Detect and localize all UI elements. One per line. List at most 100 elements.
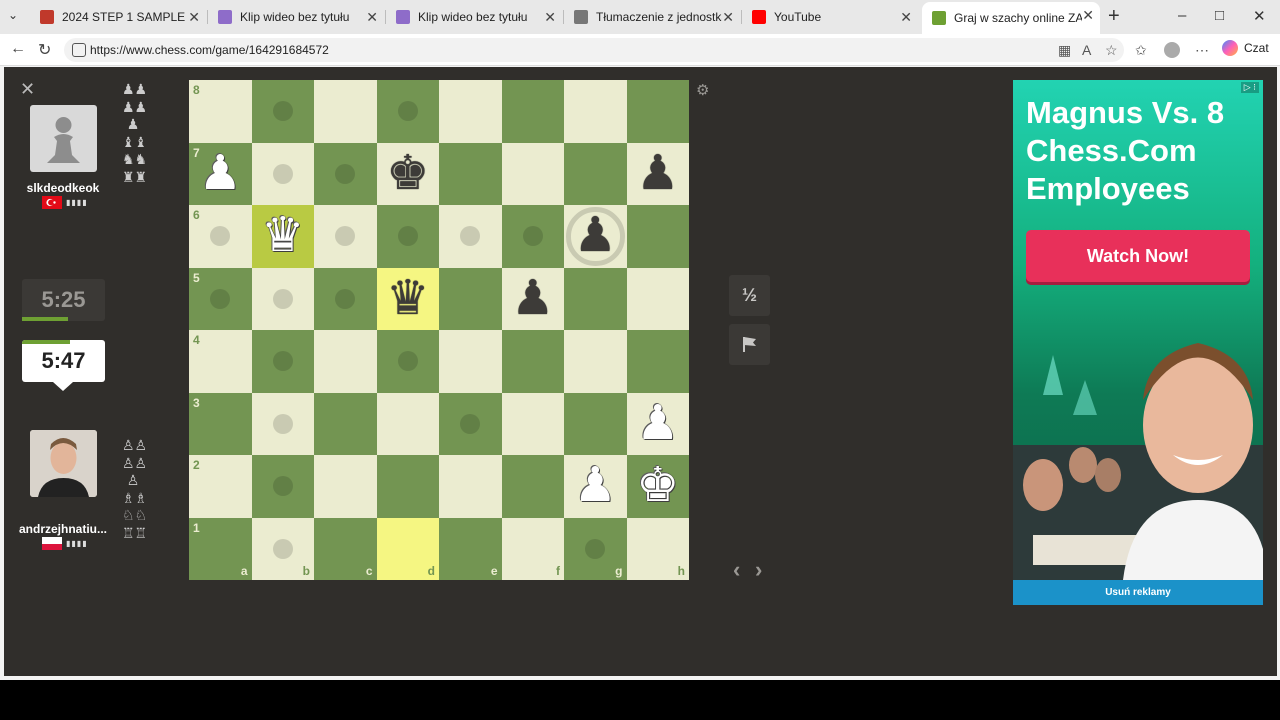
legal-move-dot[interactable] <box>272 538 293 559</box>
square-e6[interactable] <box>439 205 502 268</box>
read-aloud-icon[interactable]: A <box>1082 42 1091 58</box>
square-f2[interactable] <box>501 455 564 518</box>
square-b2[interactable] <box>251 455 314 518</box>
chess-board[interactable]: 8 7 ♟ ♚ ♟ 6 ♛ ♟ 5 ♛ ♟ 4 3 ♟ 2 ♟ ♚ 1 a b c d e f g h <box>189 80 689 580</box>
legal-move-dot[interactable] <box>272 163 293 184</box>
square-b6[interactable]: ♛ <box>251 205 314 268</box>
avatar-bottom-player[interactable] <box>30 430 97 497</box>
square-g5[interactable] <box>564 267 627 330</box>
square-f8[interactable] <box>501 80 564 143</box>
square-d6[interactable] <box>376 205 439 268</box>
white-piece[interactable]: ♚ <box>627 455 690 518</box>
favorite-star-icon[interactable]: ☆ <box>1105 42 1118 59</box>
browser-tab[interactable]: Tłumaczenie z jednostkami EU✕ <box>564 4 740 30</box>
square-e5[interactable] <box>439 267 502 330</box>
square-c7[interactable] <box>314 142 377 205</box>
legal-move-dot[interactable] <box>397 226 418 247</box>
white-piece[interactable]: ♟ <box>189 143 252 206</box>
close-window-icon[interactable]: ✕ <box>1253 7 1266 25</box>
url-text[interactable]: https://www.chess.com/game/164291684572 <box>90 43 329 57</box>
square-c2[interactable] <box>314 455 377 518</box>
app-available-icon[interactable]: ▦ <box>1058 42 1071 59</box>
address-bar[interactable]: https://www.chess.com/game/164291684572 <box>64 38 1124 62</box>
previous-move-icon[interactable]: ‹ <box>733 557 740 583</box>
square-e8[interactable] <box>439 80 502 143</box>
legal-move-dot[interactable] <box>335 163 356 184</box>
square-d5[interactable]: ♛ <box>376 267 440 331</box>
square-h2[interactable]: ♚ <box>626 455 690 518</box>
square-g3[interactable] <box>564 392 627 455</box>
square-b7[interactable] <box>251 142 314 205</box>
black-piece[interactable]: ♚ <box>377 143 440 206</box>
square-f1[interactable]: f <box>501 517 564 580</box>
square-a1[interactable]: 1a <box>189 517 252 580</box>
square-h6[interactable] <box>626 205 689 268</box>
square-d3[interactable] <box>376 392 439 455</box>
square-b5[interactable] <box>251 267 314 330</box>
tab-actions-chevron-icon[interactable]: ⌄ <box>8 8 18 22</box>
ad-watch-now-button[interactable]: Watch Now! <box>1026 230 1250 282</box>
square-e3[interactable] <box>439 392 502 455</box>
offer-draw-button[interactable]: ½ <box>729 275 770 316</box>
site-info-icon[interactable] <box>72 43 86 57</box>
square-a4[interactable]: 4 <box>189 330 252 393</box>
top-player-name[interactable]: slkdeodkeok <box>8 181 118 195</box>
legal-move-dot[interactable] <box>460 413 481 434</box>
square-e7[interactable] <box>439 142 502 205</box>
square-f5[interactable]: ♟ <box>501 267 564 330</box>
square-c1[interactable]: c <box>314 517 377 580</box>
white-piece[interactable]: ♟ <box>564 455 627 518</box>
square-c6[interactable] <box>314 205 377 268</box>
legal-move-dot[interactable] <box>585 538 606 559</box>
board-settings-gear-icon[interactable]: ⚙ <box>696 81 709 99</box>
square-d1[interactable]: d <box>376 517 439 580</box>
square-h5[interactable] <box>626 267 689 330</box>
legal-move-dot[interactable] <box>272 413 293 434</box>
legal-move-dot[interactable] <box>272 476 293 497</box>
square-c4[interactable] <box>314 330 377 393</box>
square-b4[interactable] <box>251 330 314 393</box>
close-tab-icon[interactable]: ✕ <box>366 9 378 26</box>
square-f7[interactable] <box>501 142 564 205</box>
legal-move-dot[interactable] <box>397 351 418 372</box>
bottom-player-name[interactable]: andrzejhnatiu... <box>8 522 118 536</box>
square-d4[interactable] <box>376 330 439 393</box>
square-c3[interactable] <box>314 392 377 455</box>
legal-move-dot[interactable] <box>335 288 356 309</box>
legal-move-dot[interactable] <box>272 288 293 309</box>
square-g4[interactable] <box>564 330 627 393</box>
close-tab-icon[interactable]: ✕ <box>1082 7 1094 24</box>
close-tab-icon[interactable]: ✕ <box>544 9 556 26</box>
back-icon[interactable]: ← <box>10 40 26 58</box>
square-c5[interactable] <box>314 267 377 330</box>
maximize-icon[interactable]: □ <box>1215 7 1224 24</box>
black-piece[interactable]: ♛ <box>377 268 440 331</box>
square-a8[interactable]: 8 <box>189 80 252 143</box>
avatar-top-player[interactable] <box>30 105 97 172</box>
square-g2[interactable]: ♟ <box>564 455 627 518</box>
legal-move-dot[interactable] <box>272 351 293 372</box>
new-tab-button[interactable]: + <box>1108 5 1120 28</box>
close-game-icon[interactable]: ✕ <box>20 79 35 100</box>
square-f4[interactable] <box>501 330 564 393</box>
square-e1[interactable]: e <box>439 517 502 580</box>
square-a6[interactable]: 6 <box>189 205 252 268</box>
square-d2[interactable] <box>376 455 439 518</box>
square-a3[interactable]: 3 <box>189 392 252 455</box>
square-g6[interactable]: ♟ <box>564 205 627 268</box>
legal-move-dot[interactable] <box>210 226 231 247</box>
close-tab-icon[interactable]: ✕ <box>900 9 912 26</box>
square-h3[interactable]: ♟ <box>626 392 689 455</box>
square-g1[interactable]: g <box>564 517 627 580</box>
square-h4[interactable] <box>626 330 689 393</box>
reload-icon[interactable]: ↻ <box>38 40 51 60</box>
square-g7[interactable] <box>564 142 627 205</box>
square-h7[interactable]: ♟ <box>626 142 689 205</box>
square-e4[interactable] <box>439 330 502 393</box>
favorites-icon[interactable]: ✩ <box>1135 42 1147 59</box>
browser-tab[interactable]: YouTube ✕ <box>742 4 918 30</box>
browser-tab[interactable]: Klip wideo bez tytułu ✕ <box>208 4 384 30</box>
square-f6[interactable] <box>501 205 564 268</box>
legal-move-dot[interactable] <box>210 288 231 309</box>
legal-move-dot[interactable] <box>272 101 293 122</box>
